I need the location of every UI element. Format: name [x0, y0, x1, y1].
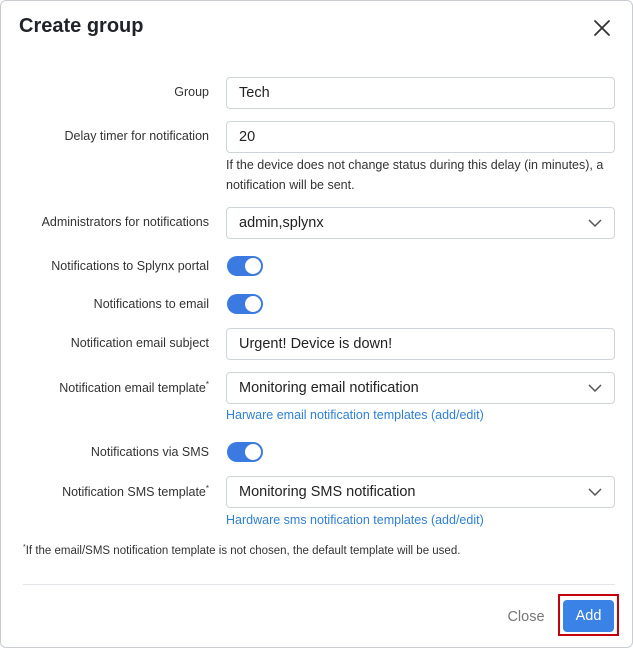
- delay-timer-input[interactable]: 20: [226, 121, 615, 153]
- delay-timer-help: If the device does not change status dur…: [226, 155, 621, 195]
- footnote-text: If the email/SMS notification template i…: [25, 544, 461, 557]
- email-template-label: Notification email template*: [19, 380, 209, 395]
- sms-template-label-text: Notification SMS template: [62, 485, 206, 500]
- email-template-select[interactable]: Monitoring email notification: [226, 372, 615, 404]
- administrators-select[interactable]: admin,splynx: [226, 207, 615, 239]
- sms-template-label: Notification SMS template*: [19, 484, 209, 499]
- create-group-dialog: Create group Group Tech Delay timer for …: [0, 0, 633, 648]
- footer-divider: [23, 584, 615, 585]
- toggle-knob: [245, 296, 261, 312]
- email-subject-label: Notification email subject: [70, 336, 209, 350]
- toggle-knob: [245, 444, 261, 460]
- delay-timer-label: Delay timer for notification: [64, 129, 209, 143]
- toggle-knob: [245, 258, 261, 274]
- email-templates-link[interactable]: Harware email notification templates (ad…: [226, 408, 484, 422]
- sms-template-value: Monitoring SMS notification: [239, 484, 416, 500]
- sms-notifications-label: Notifications via SMS: [90, 445, 209, 459]
- group-label: Group: [174, 85, 209, 99]
- portal-notifications-label: Notifications to Splynx portal: [51, 259, 209, 273]
- group-input[interactable]: Tech: [226, 77, 615, 109]
- chevron-down-icon: [588, 488, 602, 497]
- administrators-label: Administrators for notifications: [41, 215, 209, 229]
- email-template-label-text: Notification email template: [59, 381, 206, 396]
- portal-notifications-toggle[interactable]: [227, 256, 263, 276]
- close-icon[interactable]: [590, 16, 614, 40]
- email-subject-input[interactable]: Urgent! Device is down!: [226, 328, 615, 360]
- sms-template-select[interactable]: Monitoring SMS notification: [226, 476, 615, 508]
- add-button[interactable]: Add: [563, 600, 614, 632]
- delay-timer-value: 20: [239, 129, 256, 145]
- dialog-title: Create group: [19, 15, 144, 37]
- email-template-value: Monitoring email notification: [239, 380, 419, 396]
- chevron-down-icon: [588, 219, 602, 228]
- delay-timer-help-line2: notification will be sent.: [226, 178, 355, 192]
- group-value: Tech: [239, 85, 270, 101]
- close-button[interactable]: Close: [501, 606, 551, 628]
- email-subject-value: Urgent! Device is down!: [239, 336, 393, 352]
- administrators-value: admin,splynx: [239, 215, 324, 231]
- sms-notifications-toggle[interactable]: [227, 442, 263, 462]
- email-notifications-toggle[interactable]: [227, 294, 263, 314]
- sms-templates-link[interactable]: Hardware sms notification templates (add…: [226, 513, 484, 527]
- delay-timer-help-line1: If the device does not change status dur…: [226, 158, 604, 172]
- email-notifications-label: Notifications to email: [93, 297, 209, 311]
- template-footnote: *If the email/SMS notification template …: [23, 544, 460, 557]
- chevron-down-icon: [588, 384, 602, 393]
- required-mark: *: [205, 380, 209, 389]
- required-mark: *: [205, 484, 209, 493]
